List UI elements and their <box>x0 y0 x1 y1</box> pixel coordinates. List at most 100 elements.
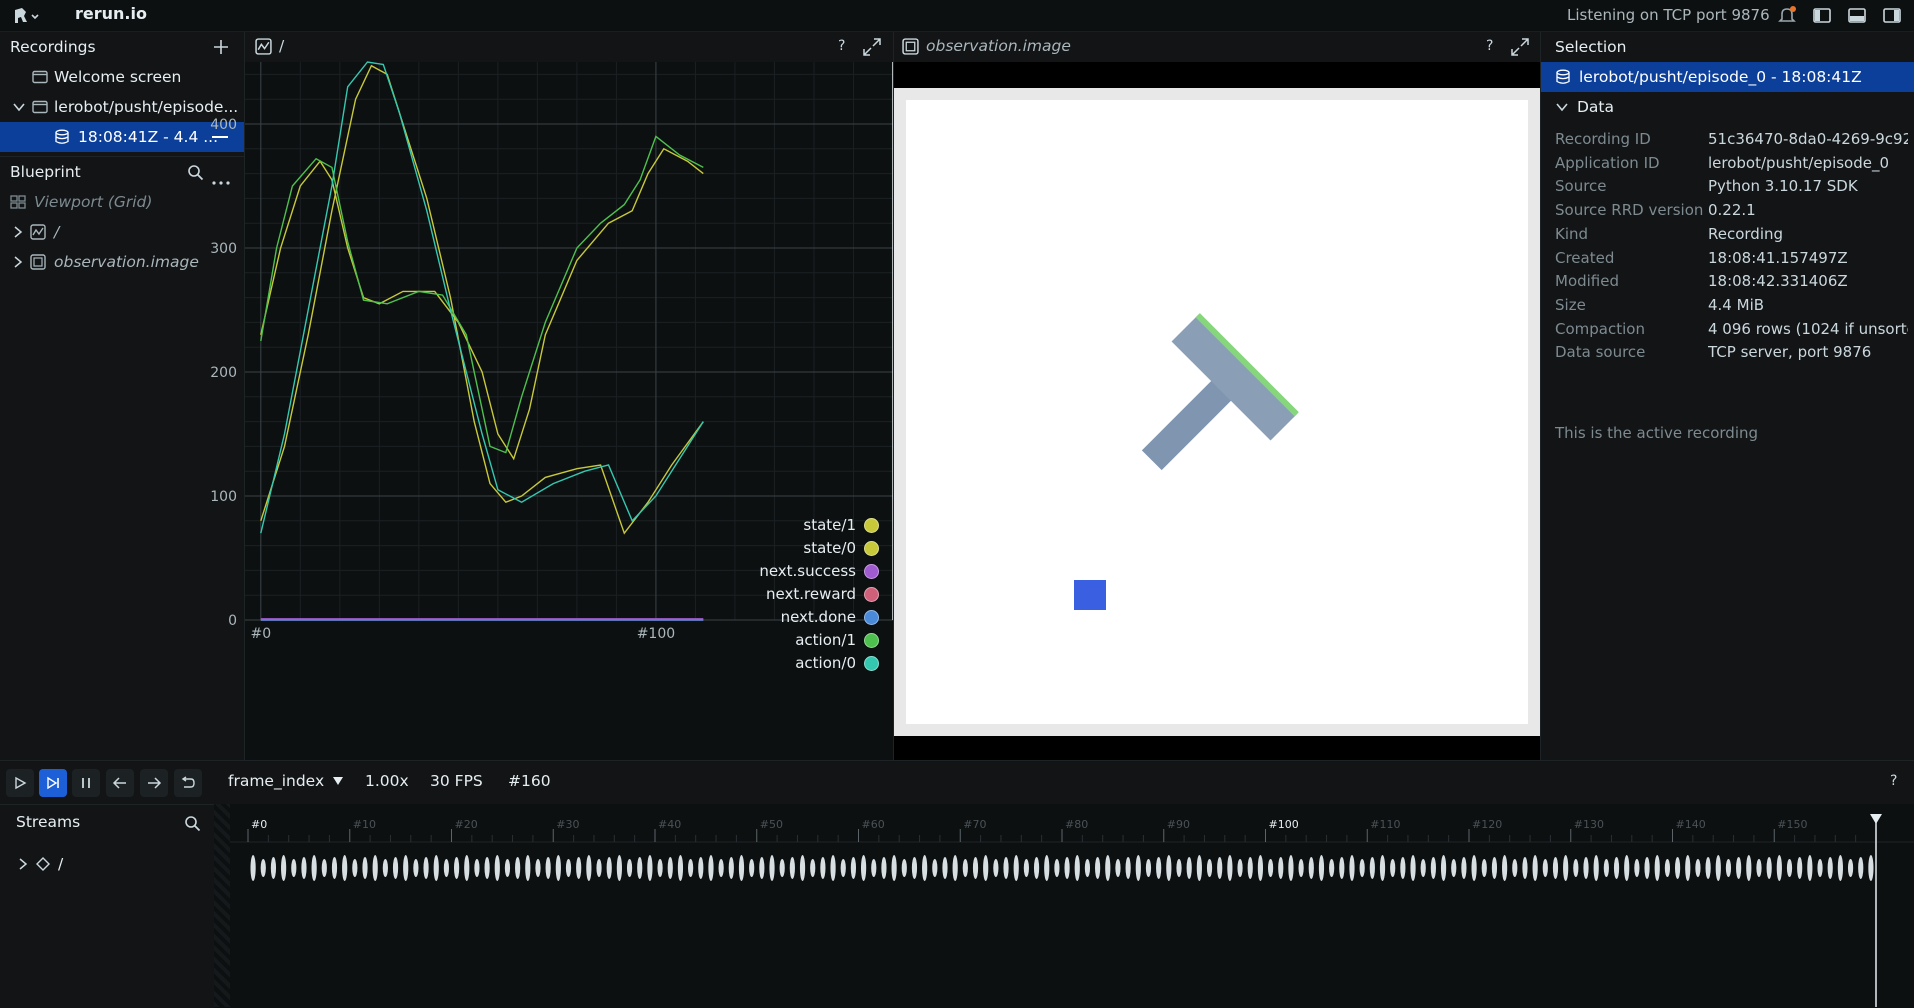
event-marker[interactable] <box>698 857 704 879</box>
event-marker[interactable] <box>1858 857 1864 879</box>
legend-item[interactable]: state/1 <box>803 513 879 537</box>
event-marker[interactable] <box>993 859 999 877</box>
event-marker[interactable] <box>1410 855 1416 881</box>
close-recording-icon[interactable] <box>212 136 228 138</box>
event-marker[interactable] <box>1023 859 1029 877</box>
event-marker[interactable] <box>1074 855 1080 881</box>
search-icon[interactable] <box>184 815 201 836</box>
event-marker[interactable] <box>1685 855 1691 881</box>
event-marker[interactable] <box>362 857 368 879</box>
event-marker[interactable] <box>606 857 612 879</box>
loop-button[interactable] <box>174 769 202 797</box>
event-marker[interactable] <box>1552 857 1559 879</box>
event-marker[interactable] <box>1176 859 1182 877</box>
event-marker[interactable] <box>1451 859 1457 877</box>
legend-item[interactable]: next.done <box>781 605 879 629</box>
event-marker[interactable] <box>403 855 409 881</box>
toggle-right-panel-icon[interactable] <box>1882 5 1902 25</box>
event-marker[interactable] <box>1186 857 1192 879</box>
event-marker[interactable] <box>1674 857 1681 879</box>
event-marker[interactable] <box>850 857 857 879</box>
event-marker[interactable] <box>1318 855 1325 881</box>
event-marker[interactable] <box>1522 857 1528 879</box>
event-marker[interactable] <box>1267 859 1274 877</box>
current-frame[interactable]: #160 <box>508 772 551 790</box>
event-marker[interactable] <box>1013 855 1019 881</box>
event-marker[interactable] <box>372 855 378 881</box>
event-marker[interactable] <box>596 859 602 877</box>
event-marker[interactable] <box>616 855 622 881</box>
event-marker[interactable] <box>1349 855 1355 881</box>
event-marker[interactable] <box>1145 859 1152 877</box>
blueprint-item-viewport[interactable]: Viewport (Grid) <box>0 187 244 217</box>
event-marker[interactable] <box>637 857 643 879</box>
event-marker[interactable] <box>1440 855 1447 881</box>
event-marker[interactable] <box>1532 855 1538 881</box>
step-forward-button[interactable] <box>140 769 168 797</box>
maximize-icon[interactable] <box>862 37 882 61</box>
event-marker[interactable] <box>1705 857 1711 879</box>
event-marker[interactable] <box>932 859 938 877</box>
play-button[interactable] <box>6 769 34 797</box>
event-marker[interactable] <box>1644 857 1650 879</box>
event-marker[interactable] <box>443 859 450 877</box>
rerun-menu-icon[interactable] <box>12 6 42 26</box>
event-marker[interactable] <box>1603 859 1609 877</box>
event-marker[interactable] <box>291 859 297 877</box>
event-marker[interactable] <box>769 855 775 881</box>
event-marker[interactable] <box>749 859 755 877</box>
legend-item[interactable]: action/1 <box>795 628 879 652</box>
event-marker[interactable] <box>871 859 877 877</box>
timeline-ruler[interactable]: #0 #10 #20 #30 #40 #50 #60 #70 #80 #90 #100 #110 #12… <box>214 804 1914 1007</box>
event-marker[interactable] <box>545 857 551 879</box>
toggle-bottom-panel-icon[interactable] <box>1847 5 1867 25</box>
event-marker[interactable] <box>1715 855 1721 881</box>
timeline-selector[interactable]: frame_index <box>228 772 344 790</box>
event-marker[interactable] <box>779 859 785 877</box>
event-marker[interactable] <box>799 855 806 881</box>
event-marker[interactable] <box>1512 859 1518 877</box>
event-marker[interactable] <box>1135 855 1141 881</box>
event-marker[interactable] <box>911 857 918 879</box>
event-marker[interactable] <box>1837 855 1843 881</box>
event-marker[interactable] <box>311 855 317 881</box>
event-marker[interactable] <box>1573 859 1579 877</box>
recording-item-selected[interactable]: 18:08:41Z - 4.4 ... <box>0 122 244 152</box>
event-marker[interactable] <box>464 855 470 881</box>
stream-root-item[interactable]: / <box>18 855 63 873</box>
event-marker[interactable] <box>881 857 887 879</box>
event-marker[interactable] <box>677 855 684 881</box>
event-marker[interactable] <box>820 857 826 879</box>
event-marker[interactable] <box>1766 857 1772 879</box>
event-marker[interactable] <box>1817 859 1823 877</box>
legend-item[interactable]: next.success <box>759 559 879 583</box>
event-marker[interactable] <box>1227 855 1233 881</box>
event-marker[interactable] <box>1369 857 1375 879</box>
event-marker[interactable] <box>1481 859 1487 877</box>
observation-image[interactable] <box>894 88 1540 736</box>
event-marker[interactable] <box>1847 859 1854 877</box>
event-marker[interactable] <box>667 857 673 879</box>
event-marker[interactable] <box>1206 859 1213 877</box>
help-icon[interactable]: ? <box>1486 38 1493 54</box>
event-marker[interactable] <box>352 859 358 877</box>
blueprint-item-image[interactable]: observation.image <box>0 247 244 277</box>
help-icon[interactable]: ? <box>1890 773 1897 789</box>
event-marker[interactable] <box>1634 859 1640 877</box>
event-marker[interactable] <box>1868 855 1874 881</box>
event-marker[interactable] <box>942 857 948 879</box>
event-marker[interactable] <box>484 857 490 879</box>
event-marker[interactable] <box>1237 859 1243 877</box>
event-marker[interactable] <box>860 855 867 881</box>
chevron-right-icon[interactable] <box>18 857 28 871</box>
event-marker[interactable] <box>515 857 521 879</box>
legend-item[interactable]: state/0 <box>803 536 879 560</box>
event-marker[interactable] <box>901 859 907 877</box>
event-marker[interactable] <box>1746 855 1752 881</box>
event-marker[interactable] <box>626 859 633 877</box>
event-marker[interactable] <box>1430 857 1436 879</box>
event-marker[interactable] <box>1807 855 1813 881</box>
more-options-icon[interactable] <box>212 171 230 187</box>
event-marker[interactable] <box>1257 855 1264 881</box>
event-marker[interactable] <box>1756 859 1762 877</box>
